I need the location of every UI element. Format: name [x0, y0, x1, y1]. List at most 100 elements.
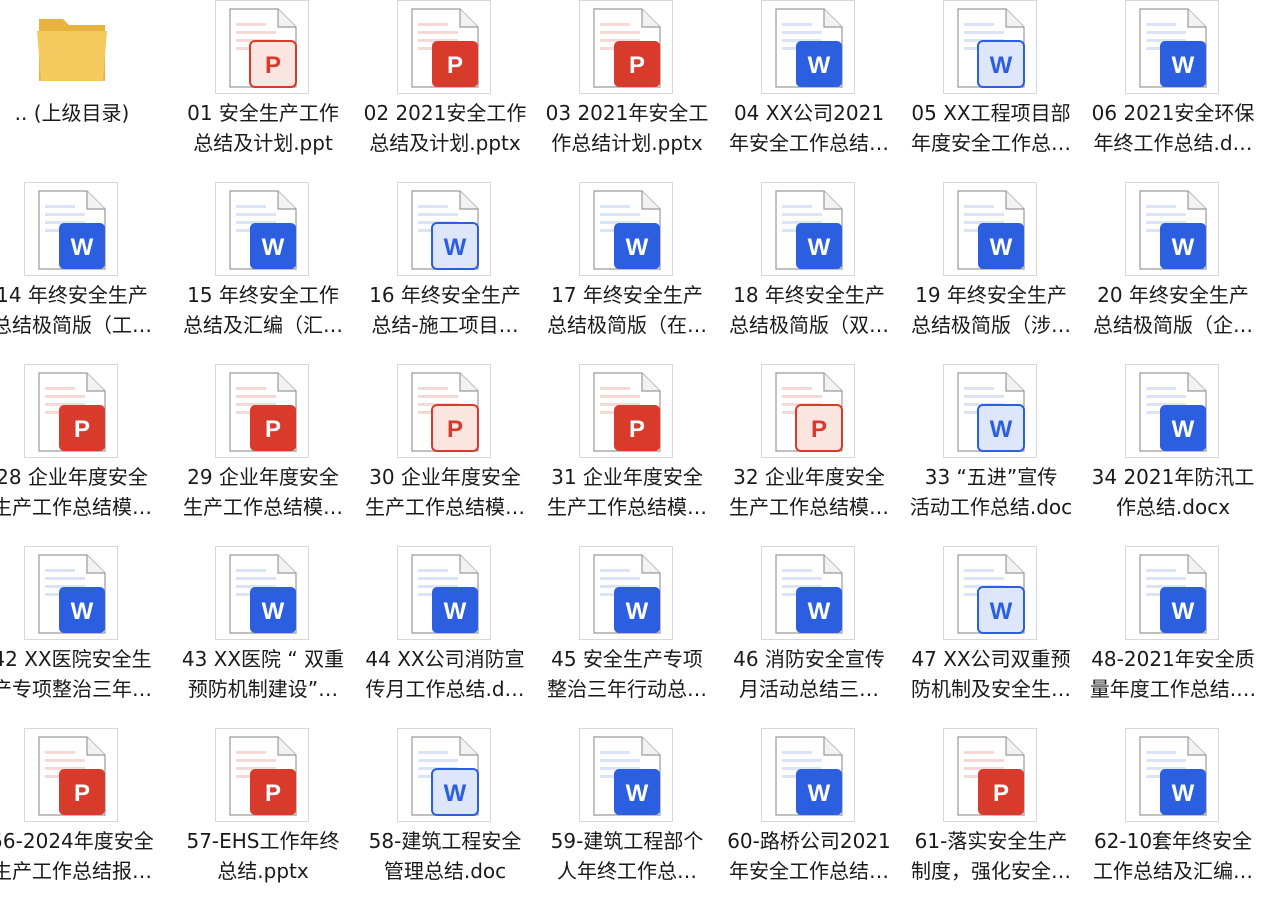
file-name-line-2: 总结及汇编（汇… [183, 313, 343, 337]
word-file-icon: W [1125, 0, 1219, 94]
file-item[interactable]: W 19 年终安全生产 总结极简版（涉… [900, 182, 1082, 364]
file-name-label: .. (上级目录) [0, 98, 163, 128]
file-item[interactable]: W 20 年终安全生产 总结极简版（企… [1082, 182, 1264, 364]
svg-text:W: W [626, 780, 649, 807]
file-name-label: 14 年终安全生产 总结极简版（工… [0, 280, 163, 340]
file-item[interactable]: P 30 企业年度安全 生产工作总结模… [354, 364, 536, 546]
file-item[interactable]: P 31 企业年度安全 生产工作总结模… [536, 364, 718, 546]
file-name-label: 01 安全生产工作 总结及计划.ppt [172, 98, 354, 158]
word-file-icon: W [943, 546, 1037, 640]
powerpoint-file-icon: P [24, 728, 118, 822]
file-name-line-2: 总结极简版（涉… [911, 313, 1071, 337]
file-name-line-1: 17 年终安全生产 [551, 283, 703, 307]
file-name-label: 04 XX公司2021 年安全工作总结… [718, 98, 900, 158]
file-name-line-1: 62-10套年终安全 [1093, 829, 1253, 853]
svg-text:W: W [262, 598, 285, 625]
file-name-line-2: 量年度工作总结.… [1089, 677, 1257, 701]
file-item[interactable]: W 47 XX公司双重预 防机制及安全生… [900, 546, 1082, 728]
file-item[interactable]: P 57-EHS工作年终 总结.pptx [172, 728, 354, 910]
file-name-line-1: 05 XX工程项目部 [911, 101, 1071, 125]
file-name-label: 61-落实安全生产 制度，强化安全… [900, 826, 1082, 886]
file-item[interactable]: W 15 年终安全工作 总结及汇编（汇… [172, 182, 354, 364]
powerpoint-file-icon: P [215, 728, 309, 822]
file-item[interactable]: P 01 安全生产工作 总结及计划.ppt [172, 0, 354, 182]
file-item[interactable]: W 04 XX公司2021 年安全工作总结… [718, 0, 900, 182]
file-name-line-1: 33 “五进”宣传 [924, 465, 1058, 489]
powerpoint-file-icon: P [579, 0, 673, 94]
file-item[interactable]: W 59-建筑工程部个 人年终工作总… [536, 728, 718, 910]
file-name-line-2: 年度安全工作总… [911, 131, 1071, 155]
file-item[interactable]: W 46 消防安全宣传 月活动总结三… [718, 546, 900, 728]
file-item[interactable]: W 48-2021年安全质 量年度工作总结.… [1082, 546, 1264, 728]
svg-text:P: P [447, 52, 463, 79]
svg-text:W: W [808, 780, 831, 807]
word-file-icon: W [761, 728, 855, 822]
file-name-label: 02 2021安全工作 总结及计划.pptx [354, 98, 536, 158]
file-name-label: 28 企业年度安全 生产工作总结模… [0, 462, 163, 522]
file-name-line-2: 总结-施工项目… [371, 313, 519, 337]
file-name-label: 18 年终安全生产 总结极简版（双… [718, 280, 900, 340]
file-name-label: 06 2021安全环保 年终工作总结.d… [1082, 98, 1264, 158]
file-name-line-1: 20 年终安全生产 [1097, 283, 1249, 307]
file-item[interactable]: P 56-2024年度安全 生产工作总结报… [0, 728, 163, 910]
svg-text:W: W [262, 234, 285, 261]
file-item[interactable]: W 62-10套年终安全 工作总结及汇编… [1082, 728, 1264, 910]
file-item[interactable]: P 61-落实安全生产 制度，强化安全… [900, 728, 1082, 910]
word-file-icon: W [943, 182, 1037, 276]
file-item[interactable]: W 05 XX工程项目部 年度安全工作总… [900, 0, 1082, 182]
file-item[interactable]: W 14 年终安全生产 总结极简版（工… [0, 182, 163, 364]
file-name-line-1: 14 年终安全生产 [0, 283, 148, 307]
file-name-label: 46 消防安全宣传 月活动总结三… [718, 644, 900, 704]
file-item[interactable]: P 02 2021安全工作 总结及计划.pptx [354, 0, 536, 182]
file-item[interactable]: W 18 年终安全生产 总结极简版（双… [718, 182, 900, 364]
file-item[interactable]: W 45 安全生产专项 整治三年行动总… [536, 546, 718, 728]
file-item[interactable]: .. (上级目录) [0, 0, 163, 182]
file-item[interactable]: P 32 企业年度安全 生产工作总结模… [718, 364, 900, 546]
file-item[interactable]: P 29 企业年度安全 生产工作总结模… [172, 364, 354, 546]
file-name-line-1: .. (上级目录) [14, 101, 130, 125]
file-name-line-1: 06 2021安全环保 [1091, 101, 1255, 125]
file-name-line-1: 42 XX医院安全生 [0, 647, 152, 671]
file-name-label: 30 企业年度安全 生产工作总结模… [354, 462, 536, 522]
word-file-icon: W [1125, 728, 1219, 822]
file-item[interactable]: W 06 2021安全环保 年终工作总结.d… [1082, 0, 1264, 182]
file-item[interactable]: W 17 年终安全生产 总结极简版（在… [536, 182, 718, 364]
file-item[interactable]: W 34 2021年防汛工 作总结.docx [1082, 364, 1264, 546]
file-name-line-1: 30 企业年度安全 [369, 465, 521, 489]
file-item[interactable]: P 03 2021年安全工 作总结计划.pptx [536, 0, 718, 182]
file-name-label: 33 “五进”宣传 活动工作总结.doc [900, 462, 1082, 522]
word-file-icon: W [397, 728, 491, 822]
word-file-icon: W [761, 182, 855, 276]
file-item[interactable]: W 33 “五进”宣传 活动工作总结.doc [900, 364, 1082, 546]
file-name-line-1: 18 年终安全生产 [733, 283, 885, 307]
file-item[interactable]: W 60-路桥公司2021 年安全工作总结… [718, 728, 900, 910]
file-name-line-2: 总结极简版（企… [1093, 313, 1253, 337]
svg-text:P: P [447, 416, 463, 443]
file-item[interactable]: W 43 XX医院 “ 双重 预防机制建设”… [172, 546, 354, 728]
file-name-line-1: 57-EHS工作年终 [186, 829, 340, 853]
svg-text:P: P [629, 52, 645, 79]
file-item[interactable]: P 28 企业年度安全 生产工作总结模… [0, 364, 163, 546]
svg-text:W: W [808, 598, 831, 625]
file-name-line-1: 03 2021年安全工 [545, 101, 709, 125]
file-item[interactable]: W 16 年终安全生产 总结-施工项目… [354, 182, 536, 364]
svg-text:P: P [265, 416, 281, 443]
svg-text:P: P [74, 416, 90, 443]
file-name-line-2: 总结.pptx [217, 859, 309, 883]
file-item[interactable]: W 42 XX医院安全生 产专项整治三年… [0, 546, 163, 728]
file-name-line-2: 生产工作总结模… [365, 495, 525, 519]
file-name-line-2: 产专项整治三年… [0, 677, 152, 701]
folder-icon [24, 0, 118, 94]
svg-text:W: W [626, 234, 649, 261]
word-file-icon: W [761, 0, 855, 94]
svg-text:W: W [444, 780, 467, 807]
file-item[interactable]: W 58-建筑工程安全 管理总结.doc [354, 728, 536, 910]
svg-text:P: P [629, 416, 645, 443]
file-name-label: 31 企业年度安全 生产工作总结模… [536, 462, 718, 522]
svg-text:P: P [265, 52, 281, 79]
word-file-icon: W [24, 182, 118, 276]
powerpoint-file-icon: P [943, 728, 1037, 822]
file-name-label: 16 年终安全生产 总结-施工项目… [354, 280, 536, 340]
file-name-line-2: 生产工作总结模… [183, 495, 343, 519]
file-item[interactable]: W 44 XX公司消防宣 传月工作总结.d… [354, 546, 536, 728]
